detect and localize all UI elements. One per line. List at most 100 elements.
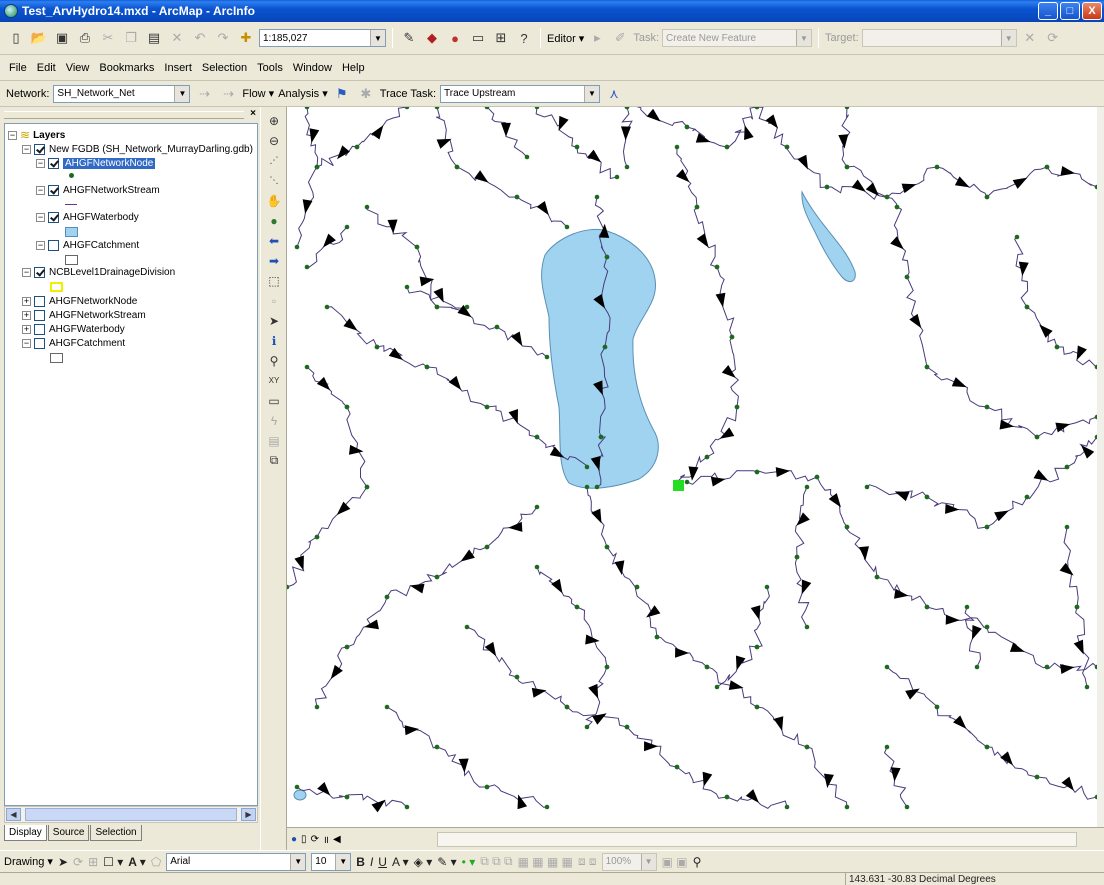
sketch-tool-icon[interactable]: ✐ — [610, 28, 630, 48]
refresh-icon[interactable]: ⟳ — [311, 834, 319, 845]
flow-arrows-icon[interactable]: ⇢ — [218, 84, 238, 104]
scroll-thumb[interactable] — [25, 808, 237, 821]
collapse-icon[interactable]: − — [8, 130, 17, 140]
tab-selection[interactable]: Selection — [90, 825, 142, 841]
html-popup-icon[interactable]: ▤ — [264, 432, 284, 449]
tree-item-catchment-2[interactable]: − AHGFCatchment — [22, 336, 125, 350]
toc-horizontal-scrollbar[interactable]: ◀ ▶ — [4, 806, 258, 823]
zoom-in-icon[interactable]: ⊕ — [264, 112, 284, 129]
layer-visibility-checkbox[interactable] — [34, 323, 45, 335]
text-tool-icon[interactable]: A ▾ — [128, 855, 146, 869]
tree-item-drainage-division[interactable]: − NCBLevel1DrainageDivision — [22, 265, 175, 279]
fixed-zoom-out-icon[interactable]: ⋱ — [264, 172, 284, 189]
collapse-icon[interactable]: − — [36, 212, 45, 222]
identify-icon[interactable]: ℹ — [264, 332, 284, 349]
font-color-icon[interactable]: A ▾ — [392, 855, 409, 869]
layer-visibility-checkbox[interactable] — [48, 184, 59, 196]
layer-visibility-checkbox[interactable] — [48, 239, 59, 251]
collapse-icon[interactable]: − — [36, 240, 45, 250]
editor-toolbar-icon[interactable]: ✎ — [399, 28, 419, 48]
layer-visibility-checkbox[interactable] — [48, 157, 59, 169]
expand-icon[interactable]: + — [22, 310, 31, 320]
underline-icon[interactable]: U — [378, 855, 387, 869]
layer-visibility-checkbox[interactable] — [34, 143, 45, 155]
trace-task-combo[interactable]: Trace Upstream ▼ — [440, 84, 601, 103]
network-combo[interactable]: SH_Network_Net ▼ — [53, 84, 191, 103]
maximize-button[interactable]: □ — [1060, 2, 1080, 20]
scroll-right-icon[interactable]: ▶ — [241, 808, 256, 821]
bold-icon[interactable]: B — [356, 855, 365, 869]
rectangle-tool-icon[interactable]: ☐ ▾ — [103, 855, 123, 869]
collapse-icon[interactable]: − — [22, 144, 31, 154]
menu-file[interactable]: File — [4, 62, 32, 74]
layer-visibility-checkbox[interactable] — [34, 309, 45, 321]
align-icon[interactable]: ⧉ ⧉ ⧉ — [480, 854, 512, 869]
save-icon[interactable]: ▣ — [52, 28, 72, 48]
menu-tools[interactable]: Tools — [252, 62, 288, 74]
print-icon[interactable]: ⎙ — [75, 28, 95, 48]
new-document-icon[interactable]: ▯ — [6, 28, 26, 48]
layout-view-icon[interactable]: ▯ — [301, 834, 307, 845]
flag-tool-icon[interactable]: ⚑ — [332, 84, 352, 104]
zoom-out-icon[interactable]: ⊖ — [264, 132, 284, 149]
whats-this-icon[interactable]: ? — [514, 28, 534, 48]
menu-edit[interactable]: Edit — [32, 62, 61, 74]
add-data-icon[interactable]: ✚ — [236, 28, 256, 48]
trace-flag[interactable] — [673, 480, 684, 491]
expand-icon[interactable]: + — [22, 324, 31, 334]
map-vertical-scrollbar[interactable] — [1097, 107, 1104, 827]
select-elements-arrow-icon[interactable]: ➤ — [264, 312, 284, 329]
target-combo[interactable]: ▼ — [861, 29, 1017, 47]
map-horizontal-scrollbar[interactable] — [437, 832, 1077, 847]
back-arrow-icon[interactable]: ⬅ — [264, 232, 284, 249]
delete-icon[interactable]: ✕ — [167, 28, 187, 48]
binoculars-icon[interactable]: ⚲ — [693, 855, 702, 869]
fill-color-icon[interactable]: ◈ ▾ — [414, 855, 433, 869]
tree-item-network-node-2[interactable]: + AHGFNetworkNode — [22, 294, 137, 308]
flow-menu[interactable]: Flow ▾ — [242, 87, 274, 100]
tree-item-network-node[interactable]: − AHGFNetworkNode — [36, 156, 156, 170]
redo-icon[interactable]: ↷ — [213, 28, 233, 48]
hyperlink-icon[interactable]: ϟ — [264, 412, 284, 429]
close-icon[interactable]: × — [250, 108, 256, 119]
map-scale-combo[interactable]: 1:185,027 ▼ — [259, 29, 386, 47]
go-to-xy-icon[interactable]: XY — [264, 372, 284, 389]
forward-arrow-icon[interactable]: ➡ — [264, 252, 284, 269]
edit-tool-icon[interactable]: ▸ — [587, 28, 607, 48]
barrier-tool-icon[interactable]: ✱ — [356, 84, 376, 104]
full-extent-globe-icon[interactable]: ● — [264, 212, 284, 229]
layer-visibility-checkbox[interactable] — [34, 337, 45, 349]
layer-visibility-checkbox[interactable] — [48, 211, 59, 223]
editor-menu[interactable]: Editor ▾ — [547, 32, 584, 45]
split-tool-icon[interactable]: ✕ — [1020, 28, 1040, 48]
menu-help[interactable]: Help — [337, 62, 370, 74]
rotate-icon[interactable]: ⟳ — [73, 855, 83, 869]
select-features-icon[interactable]: ⬚ — [264, 272, 284, 289]
find-binoculars-icon[interactable]: ⚲ — [264, 352, 284, 369]
data-view-icon[interactable]: ● — [291, 834, 297, 845]
close-button[interactable]: X — [1082, 2, 1102, 20]
map-canvas[interactable] — [287, 107, 1097, 827]
tree-item-network-stream-2[interactable]: + AHGFNetworkStream — [22, 308, 146, 322]
collapse-icon[interactable]: − — [36, 185, 45, 195]
menu-selection[interactable]: Selection — [197, 62, 252, 74]
collapse-icon[interactable]: − — [22, 338, 31, 348]
tree-item-waterbody-2[interactable]: + AHGFWaterbody — [22, 322, 125, 336]
drawing-menu[interactable]: Drawing ▾ — [4, 855, 53, 868]
menu-insert[interactable]: Insert — [159, 62, 197, 74]
measure-ruler-icon[interactable]: ▭ — [264, 392, 284, 409]
fixed-zoom-in-icon[interactable]: ⋰ — [264, 152, 284, 169]
clear-selection-icon[interactable]: ▫ — [264, 292, 284, 309]
task-combo[interactable]: Create New Feature ▼ — [662, 29, 813, 47]
tree-item-waterbody[interactable]: − AHGFWaterbody — [36, 210, 139, 224]
select-elements-icon[interactable]: ➤ — [58, 855, 68, 869]
scroll-left-icon[interactable]: ◀ — [333, 834, 341, 845]
line-color-icon[interactable]: ✎ ▾ — [437, 855, 456, 869]
undo-icon[interactable]: ↶ — [190, 28, 210, 48]
distribute-icon[interactable]: ▦ ▦ ▦ ▦ — [518, 855, 573, 869]
layer-visibility-checkbox[interactable] — [34, 295, 45, 307]
layer-visibility-checkbox[interactable] — [34, 266, 45, 278]
collapse-icon[interactable]: − — [22, 267, 31, 277]
collapse-icon[interactable]: − — [36, 158, 45, 168]
tree-item-catchment[interactable]: − AHGFCatchment — [36, 238, 139, 252]
